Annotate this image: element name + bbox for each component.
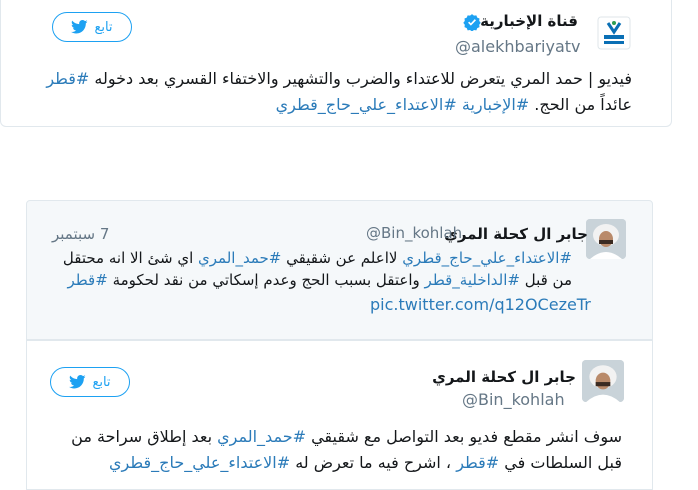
hashtag-link[interactable]: #الاعتداء_علي_حاج_قطري bbox=[109, 453, 290, 472]
avatar-bin-kohlah[interactable] bbox=[582, 360, 624, 402]
hashtag-link[interactable]: #الداخلية_قطر bbox=[425, 271, 520, 289]
avatar-alekhbariya[interactable] bbox=[596, 15, 632, 51]
tweet-text: فيديو | حمد المري يتعرض للاعتداء والضرب … bbox=[46, 69, 632, 114]
account-name[interactable]: قناة الإخبارية bbox=[480, 12, 578, 30]
follow-button[interactable]: تابع bbox=[50, 367, 130, 397]
verified-badge-icon bbox=[463, 13, 481, 32]
quoted-account-handle[interactable]: @Bin_kohlah bbox=[366, 224, 462, 242]
twitter-bird-icon bbox=[69, 375, 87, 389]
twitter-bird-icon bbox=[71, 20, 89, 34]
hashtag-link[interactable]: #حمد_المري bbox=[198, 249, 281, 267]
tweet-text: سوف انشر مقطع فديو بعد التواصل مع شقيقي … bbox=[71, 427, 622, 472]
user-avatar-icon bbox=[582, 360, 624, 402]
alekhbariya-logo-icon bbox=[597, 16, 631, 50]
account-name[interactable]: جابر ال كحلة المري bbox=[432, 368, 576, 386]
hashtag-link[interactable]: #قطر bbox=[46, 69, 89, 88]
hashtag-link[interactable]: #الاعتداء_علي_حاج_قطري bbox=[276, 95, 457, 114]
follow-button[interactable]: تابع bbox=[52, 12, 132, 42]
account-handle[interactable]: @Bin_kohlah bbox=[462, 390, 565, 409]
hashtag-link[interactable]: #حمد_المري bbox=[217, 427, 306, 446]
account-handle[interactable]: @alekhbariyatv bbox=[455, 37, 581, 56]
hashtag-link[interactable]: #الإخبارية bbox=[462, 95, 529, 114]
quoted-account-name[interactable]: جابر ال كحلة المري bbox=[444, 225, 588, 243]
avatar-quoted[interactable] bbox=[586, 219, 626, 259]
hashtag-link[interactable]: #قطر bbox=[456, 453, 499, 472]
media-link[interactable]: pic.twitter.com/q12OCezeTr bbox=[370, 295, 591, 314]
quoted-tweet-text: #الاعتداء_علي_حاج_قطري لااعلم عن شقيقي #… bbox=[62, 249, 572, 289]
follow-label: تابع bbox=[92, 374, 111, 390]
tweet-date[interactable]: 7 سبتمبر bbox=[52, 225, 109, 243]
hashtag-link[interactable]: #قطر bbox=[67, 271, 107, 289]
follow-label: تابع bbox=[94, 19, 113, 35]
user-avatar-icon bbox=[586, 219, 626, 259]
hashtag-link[interactable]: #الاعتداء_علي_حاج_قطري bbox=[402, 249, 572, 267]
